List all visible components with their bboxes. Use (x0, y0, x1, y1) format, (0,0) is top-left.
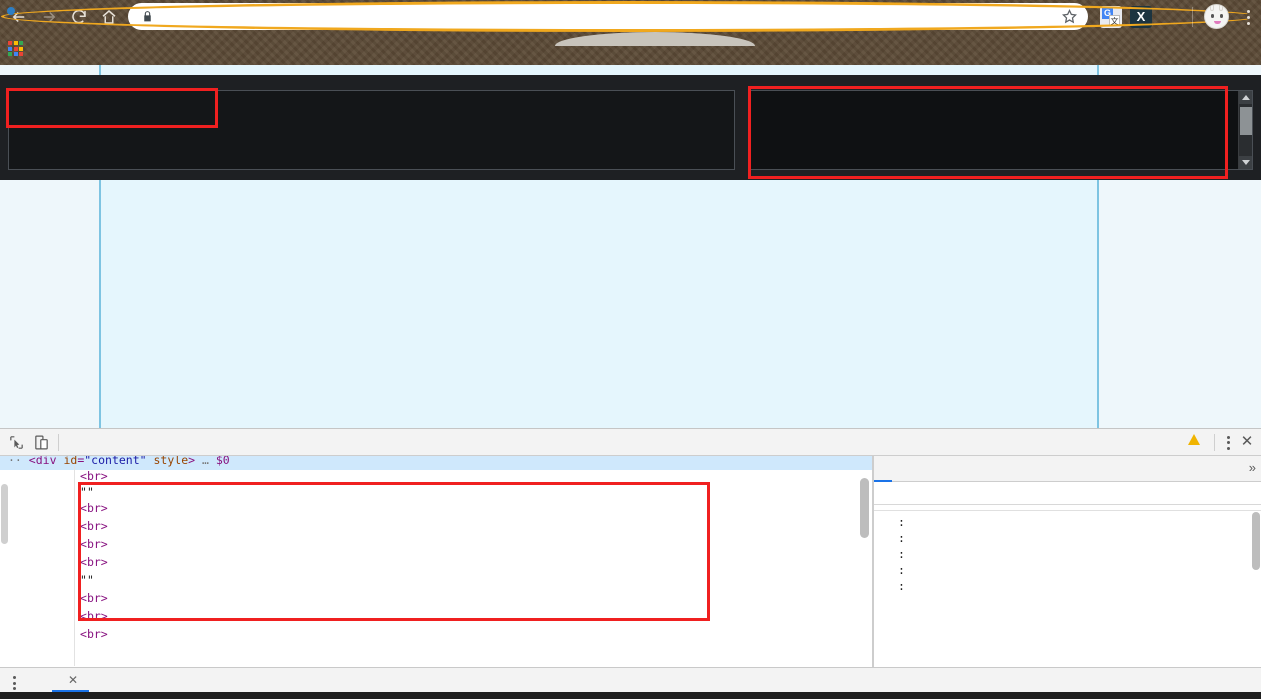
tab-styles[interactable] (874, 456, 892, 482)
styles-left-scrollbar[interactable] (1, 484, 8, 544)
results-scrollbar[interactable] (1238, 91, 1252, 169)
drawer-tab-whats-new[interactable]: ✕ (52, 668, 89, 692)
tabbar-divider-right (1214, 434, 1215, 451)
styles-filter-bar (874, 482, 1261, 505)
devtools-close-icon[interactable]: ✕ (1239, 433, 1255, 451)
warning-badge[interactable] (1188, 434, 1204, 445)
drawer-tab-network-conditions[interactable] (111, 668, 133, 692)
tab-console[interactable] (90, 429, 112, 456)
dom-line-br[interactable]: <br> (80, 536, 108, 552)
devtools-panel: ✕ ·· <div id="content" style> … $0 <br> … (0, 428, 1261, 699)
tab-audits[interactable] (244, 429, 266, 456)
devtools-drawer: ✕ (0, 667, 1261, 699)
dom-line-textnode-para[interactable]: "" (80, 572, 94, 588)
tab-event-listeners[interactable] (910, 456, 928, 482)
tab-dom-breakpoints[interactable] (928, 456, 946, 482)
scroll-up-arrow-icon[interactable] (1239, 91, 1252, 104)
apps-grid-icon[interactable] (8, 41, 23, 56)
drawer-bottom-strip (0, 692, 1261, 699)
drawer-tab-console[interactable] (30, 668, 52, 692)
avatar[interactable] (1204, 4, 1229, 29)
warning-triangle-icon (1188, 434, 1200, 445)
styles-panel-scrollbar[interactable] (1252, 512, 1260, 570)
dom-line-br[interactable]: <br> (80, 590, 108, 606)
dom-line-br[interactable]: <br> (80, 500, 108, 516)
dom-line-selected[interactable]: ·· <div id="content" style> … $0 (8, 456, 230, 468)
dom-line-br[interactable]: <br> (80, 468, 108, 484)
browser-toolbar: G 文 X (0, 0, 1261, 33)
xpath-query-input[interactable] (8, 90, 735, 170)
devtools-more-options-icon[interactable] (1221, 434, 1235, 451)
drawer-more-options-icon[interactable] (8, 675, 20, 691)
declaration-font-size[interactable]: : (882, 530, 1261, 546)
dom-line-textnode-title[interactable]: "" (80, 484, 94, 500)
dom-line-br[interactable]: <br> (80, 626, 108, 642)
tab-application[interactable] (200, 429, 222, 456)
styles-filter-input[interactable] (882, 486, 1137, 501)
dom-line-br[interactable]: <br> (80, 608, 108, 624)
browser-chrome: G 文 X (0, 0, 1261, 65)
tab-performance[interactable] (156, 429, 178, 456)
dom-line-br[interactable]: <br> (80, 554, 108, 570)
tab-network[interactable] (134, 429, 156, 456)
dom-panel-scrollbar[interactable] (860, 478, 869, 538)
tabbar-divider (58, 434, 59, 451)
xpath-results-text (749, 91, 1239, 169)
tab-elements[interactable] (68, 429, 90, 456)
styles-rules-list[interactable]: : : : : : (874, 505, 1261, 693)
xpath-helper-overlay (0, 75, 1261, 180)
toolbar-divider (1192, 7, 1193, 27)
chrome-menu-icon[interactable] (1240, 6, 1256, 28)
dom-indent-guide (74, 466, 75, 666)
dom-tree-panel[interactable]: ·· <div id="content" style> … $0 <br> ""… (0, 456, 872, 672)
devtools-tabbar: ✕ (0, 429, 1261, 456)
declaration-padding-top[interactable]: : (882, 578, 1261, 594)
styles-tabbar: » (874, 456, 1261, 482)
scroll-down-arrow-icon[interactable] (1239, 156, 1252, 169)
declaration-letter-spacing[interactable]: : (882, 546, 1261, 562)
drawer-tab-search[interactable] (89, 668, 111, 692)
tab-security[interactable] (222, 429, 244, 456)
styles-panel: » : :::: (874, 456, 1261, 693)
tab-computed[interactable] (892, 456, 910, 482)
declaration-font-family[interactable]: : (882, 514, 1261, 530)
xpath-results-box[interactable] (748, 90, 1253, 170)
tab-memory[interactable] (178, 429, 200, 456)
inspect-element-icon[interactable] (8, 434, 25, 451)
close-icon[interactable]: ✕ (68, 668, 78, 692)
device-toolbar-icon[interactable] (33, 434, 50, 451)
drawer-tab-list: ✕ (30, 668, 133, 692)
declaration-line-height[interactable]: : (882, 562, 1261, 578)
devtools-tab-list (68, 429, 266, 456)
tab-sources[interactable] (112, 429, 134, 456)
chevron-right-icon[interactable]: » (1249, 460, 1256, 475)
scrollbar-thumb[interactable] (1240, 107, 1252, 135)
dom-line-br[interactable]: <br> (80, 518, 108, 534)
css-rule-block[interactable]: : : : : : (874, 511, 1261, 594)
